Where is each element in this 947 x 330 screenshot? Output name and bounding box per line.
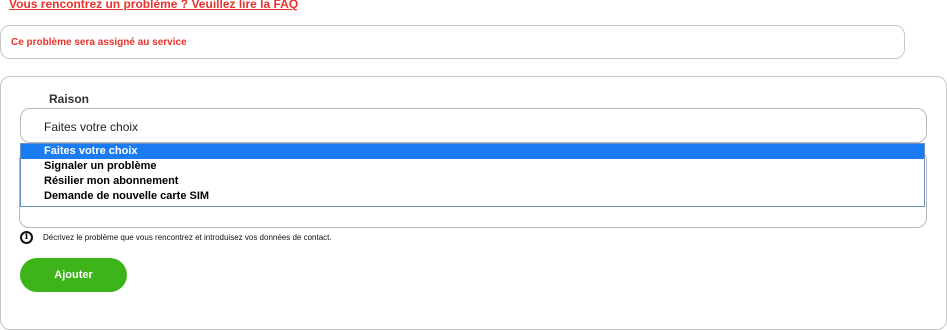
faq-link[interactable]: Vous rencontrez un problème ? Veuillez l… xyxy=(9,0,298,11)
assignment-box: Ce problème sera assigné au service xyxy=(0,25,905,59)
option-faites-votre-choix[interactable]: Faites votre choix xyxy=(21,144,924,159)
reason-select[interactable]: Faites votre choix xyxy=(20,108,927,143)
info-text: Décrivez le problème que vous rencontrez… xyxy=(43,233,332,242)
info-icon: i xyxy=(20,231,33,244)
reason-dropdown-list[interactable]: Faites votre choix Signaler un problème … xyxy=(20,143,925,207)
reason-select-value: Faites votre choix xyxy=(44,120,139,134)
option-signaler-un-probleme[interactable]: Signaler un problème xyxy=(21,159,924,174)
reason-label: Raison xyxy=(49,92,90,106)
add-button[interactable]: Ajouter xyxy=(20,258,127,292)
option-nouvelle-carte-sim[interactable]: Demande de nouvelle carte SIM xyxy=(21,189,924,204)
assignment-text: Ce problème sera assigné au service xyxy=(11,37,187,48)
option-resilier-abonnement[interactable]: Résilier mon abonnement xyxy=(21,174,924,189)
